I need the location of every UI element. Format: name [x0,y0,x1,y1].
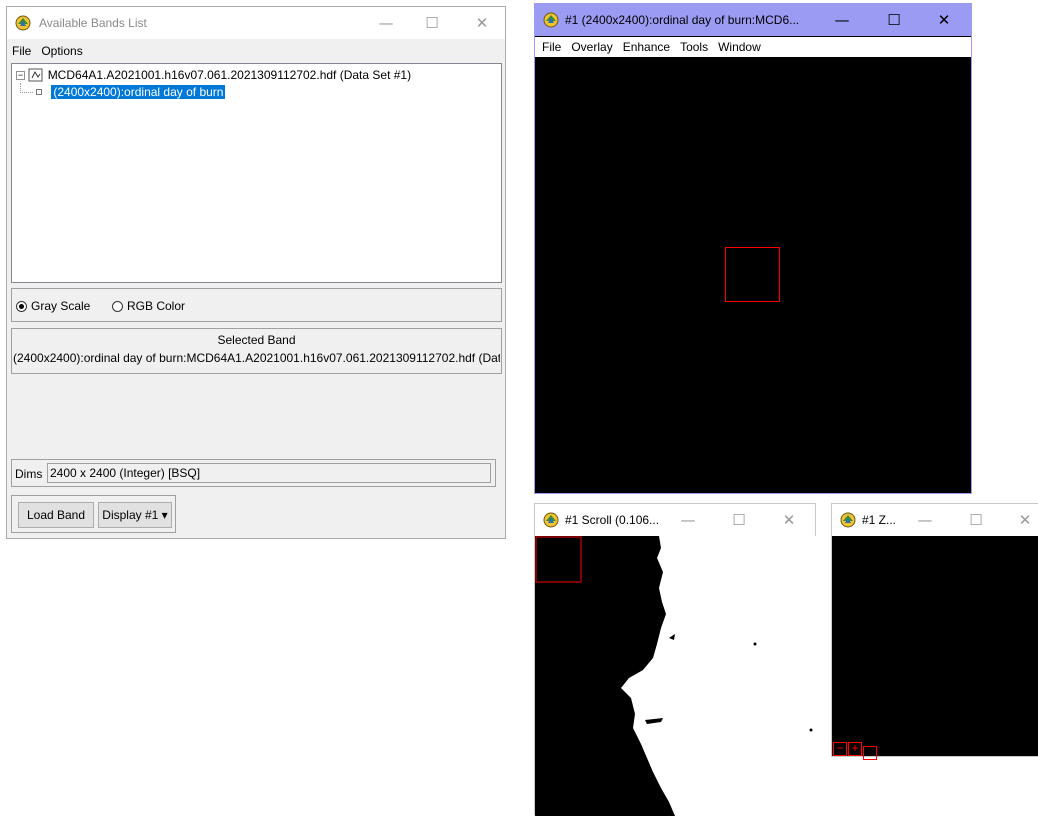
close-icon[interactable]: ✕ [766,504,812,536]
color-mode-group: Gray Scale RGB Color [11,288,502,322]
image-window-titlebar[interactable]: #1 (2400x2400):ordinal day of burn:MCD6.… [535,4,971,36]
bands-list-menubar: File Options [7,41,505,61]
close-icon[interactable]: ✕ [459,7,505,39]
load-controls-group: Load Band Display #1 ▾ [11,495,176,533]
minimize-icon[interactable]: — [665,504,711,536]
dropdown-arrow-icon: ▾ [161,508,168,522]
tree-leaf-icon [36,89,42,95]
rgb-color-label: RGB Color [127,299,186,313]
coastal-speck [753,642,757,646]
display-dropdown[interactable]: Display #1 ▾ [98,502,172,528]
tree-band-node[interactable]: (2400x2400):ordinal day of burn [36,84,226,100]
image-display-canvas[interactable] [535,57,971,493]
gray-scale-radio[interactable]: Gray Scale [16,299,90,313]
close-icon[interactable]: ✕ [921,4,967,36]
gray-scale-label: Gray Scale [31,299,91,313]
bands-list-titlebar[interactable]: Available Bands List — ☐ ✕ [7,7,505,39]
zoom-window: #1 Z... — ☐ ✕ − + □ [831,503,1038,760]
minimize-icon[interactable]: — [902,504,948,536]
menu-overlay[interactable]: Overlay [566,37,617,57]
image-window-title: #1 (2400x2400):ordinal day of burn:MCD6.… [565,13,800,27]
envi-app-icon [840,512,856,528]
tree-collapse-icon[interactable]: − [16,71,25,80]
dims-field: 2400 x 2400 (Integer) [BSQ] [47,463,491,483]
minimize-icon[interactable]: — [363,7,409,39]
zoom-window-titlebar[interactable]: #1 Z... — ☐ ✕ [832,504,1038,536]
dims-group: Dims 2400 x 2400 (Integer) [BSQ] [11,459,496,487]
envi-app-icon [543,12,559,28]
tree-file-label: MCD64A1.A2021001.h16v07.061.202130911270… [47,68,412,82]
maximize-icon[interactable]: ☐ [953,504,999,536]
dims-label: Dims [15,467,43,481]
tree-file-node[interactable]: − MCD64A1.A2021001.h16v07.061.2021309112… [16,67,411,83]
scroll-window: #1 Scroll (0.106... — ☐ ✕ [534,503,817,816]
scroll-window-title: #1 Scroll (0.106... [565,513,660,527]
envi-app-icon [543,512,559,528]
selected-band-group: Selected Band (2400x2400):ordinal day of… [11,328,502,374]
maximize-icon[interactable]: ☐ [716,504,762,536]
rgb-color-radio[interactable]: RGB Color [112,299,185,313]
scroll-window-titlebar[interactable]: #1 Scroll (0.106... — ☐ ✕ [535,504,815,536]
display-dropdown-label: Display #1 [102,508,159,522]
tree-band-label[interactable]: (2400x2400):ordinal day of burn [51,85,226,99]
close-icon[interactable]: ✕ [1002,504,1038,536]
zoom-display-canvas[interactable]: − + □ [832,536,1038,760]
minimize-icon[interactable]: — [819,4,865,36]
maximize-icon[interactable]: ☐ [871,4,917,36]
menu-tools[interactable]: Tools [675,37,713,57]
menu-file[interactable]: File [7,41,36,61]
zoom-in-icon[interactable]: + [848,742,862,756]
menu-window[interactable]: Window [713,37,766,57]
rgb-color-radio-button[interactable] [112,301,123,312]
band-tree[interactable]: − MCD64A1.A2021001.h16v07.061.2021309112… [11,63,502,283]
selected-band-heading: Selected Band [217,333,296,347]
scroll-overview-map[interactable] [535,536,817,816]
zoom-out-icon[interactable]: − [833,742,847,756]
zoom-box-icon[interactable]: □ [863,746,877,760]
hdf-file-icon [28,68,43,82]
envi-app-icon [15,15,31,31]
zoom-region-box[interactable] [725,247,780,302]
menu-options[interactable]: Options [36,41,87,61]
maximize-icon[interactable]: ☐ [409,7,455,39]
gray-scale-radio-button[interactable] [16,301,27,312]
bands-list-window: Available Bands List — ☐ ✕ File Options −… [6,6,506,539]
menu-enhance[interactable]: Enhance [618,37,675,57]
bands-list-title: Available Bands List [39,16,147,30]
image-window-menubar: File Overlay Enhance Tools Window [535,37,971,57]
menu-file[interactable]: File [537,37,566,57]
selected-band-value: (2400x2400):ordinal day of burn:MCD64A1.… [13,351,500,365]
load-band-button[interactable]: Load Band [18,502,94,528]
dims-value: 2400 x 2400 (Integer) [BSQ] [50,466,201,480]
zoom-controls: − + □ [833,741,877,760]
tree-connector [20,83,33,93]
coastal-speck [809,728,813,732]
image-window: #1 (2400x2400):ordinal day of burn:MCD6.… [534,3,972,494]
